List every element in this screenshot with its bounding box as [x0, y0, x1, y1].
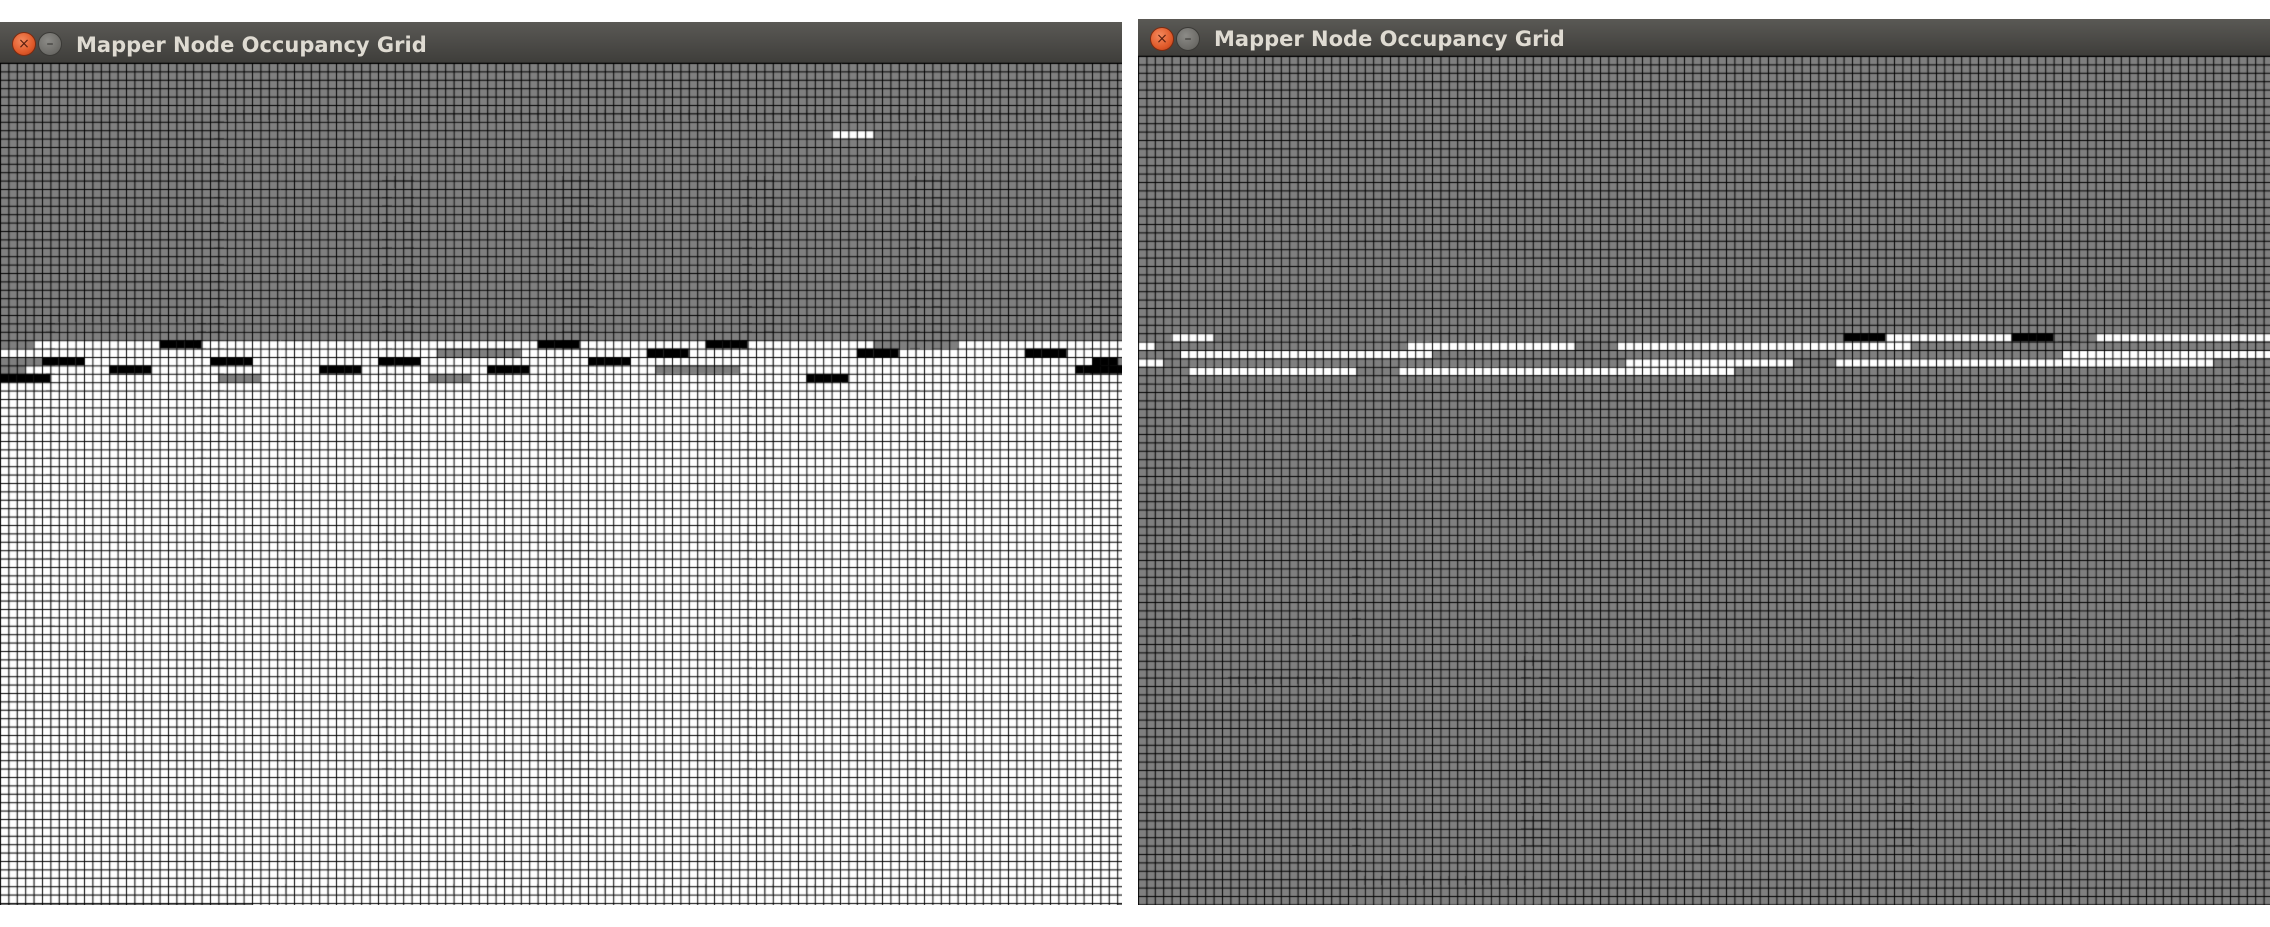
window-title: Mapper Node Occupancy Grid: [76, 33, 427, 57]
window-title: Mapper Node Occupancy Grid: [1214, 27, 1565, 51]
minimize-icon: –: [46, 36, 54, 52]
window-titlebar[interactable]: × – Mapper Node Occupancy Grid: [0, 22, 1122, 63]
close-icon: ×: [1156, 31, 1168, 47]
minimize-icon: –: [1184, 31, 1192, 47]
minimize-button[interactable]: –: [38, 32, 62, 56]
occupancy-grid-window-left: × – Mapper Node Occupancy Grid: [0, 22, 1122, 905]
minimize-button[interactable]: –: [1176, 27, 1200, 51]
occupancy-grid-window-right: × – Mapper Node Occupancy Grid: [1138, 19, 2270, 905]
occupancy-grid-canvas[interactable]: [0, 63, 1122, 905]
close-button[interactable]: ×: [1150, 27, 1174, 51]
close-icon: ×: [18, 36, 30, 52]
window-titlebar[interactable]: × – Mapper Node Occupancy Grid: [1138, 19, 2270, 56]
close-button[interactable]: ×: [12, 32, 36, 56]
occupancy-grid-canvas[interactable]: [1138, 56, 2270, 905]
